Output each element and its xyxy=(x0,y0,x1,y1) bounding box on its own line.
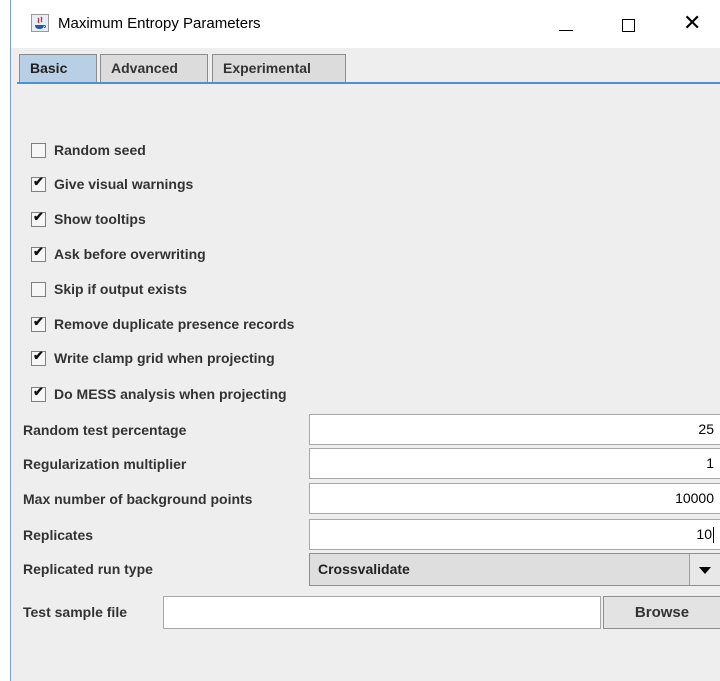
random-test-percentage-input[interactable]: 25 xyxy=(309,414,720,445)
tab-basic[interactable]: Basic xyxy=(19,54,97,82)
checkbox-give-visual-warnings[interactable]: Give visual warnings xyxy=(31,173,193,195)
close-button[interactable]: ✕ xyxy=(671,8,717,40)
checkbox-ask-before-overwriting[interactable]: Ask before overwriting xyxy=(31,243,206,265)
field-label: Replicates xyxy=(23,527,94,543)
checkbox-remove-duplicate-presence-records[interactable]: Remove duplicate presence records xyxy=(31,313,294,335)
checkbox-skip-if-output-exists[interactable]: Skip if output exists xyxy=(31,278,187,300)
field-row-random-test-percentage: Random test percentage 25 xyxy=(23,414,720,448)
field-label: Max number of background points xyxy=(23,491,253,507)
checkbox-label: Give visual warnings xyxy=(54,176,194,192)
field-label: Test sample file xyxy=(23,604,128,620)
checkbox-label: Ask before overwriting xyxy=(54,246,206,262)
field-label: Random test percentage xyxy=(23,422,187,438)
max-background-points-input[interactable]: 10000 xyxy=(309,483,720,514)
checkbox-label: Remove duplicate presence records xyxy=(54,316,295,332)
window-title: Maximum Entropy Parameters xyxy=(58,15,261,32)
title-bar[interactable]: Maximum Entropy Parameters ✕ xyxy=(11,0,720,48)
text-caret xyxy=(713,527,714,544)
checkbox-box[interactable] xyxy=(31,384,46,402)
checkbox-label: Skip if output exists xyxy=(54,281,188,297)
tab-experimental[interactable]: Experimental xyxy=(212,54,346,82)
chevron-down-icon[interactable] xyxy=(689,554,720,585)
maximize-icon xyxy=(622,19,635,32)
tab-advanced[interactable]: Advanced xyxy=(100,54,208,82)
checkbox-label: Show tooltips xyxy=(54,211,146,227)
browse-button[interactable]: Browse xyxy=(603,596,720,629)
checkbox-box[interactable] xyxy=(31,244,46,262)
replicated-run-type-select[interactable]: Crossvalidate xyxy=(309,553,720,586)
field-row-max-background-points: Max number of background points 10000 xyxy=(23,483,720,517)
maxent-parameters-window: Maximum Entropy Parameters ✕ Basic Advan… xyxy=(10,0,720,681)
minimize-icon xyxy=(559,30,573,31)
checkbox-random-seed[interactable]: Random seed xyxy=(31,139,146,161)
checkbox-label: Random seed xyxy=(54,142,146,158)
checkbox-do-mess-analysis[interactable]: Do MESS analysis when projecting xyxy=(31,383,287,405)
field-row-test-sample-file: Test sample file Browse xyxy=(23,596,720,630)
field-row-regularization-multiplier: Regularization multiplier 1 xyxy=(23,448,720,482)
field-label: Regularization multiplier xyxy=(23,456,187,472)
replicates-input[interactable]: 10 xyxy=(309,519,720,550)
test-sample-file-input[interactable] xyxy=(163,596,601,629)
field-row-replicated-run-type: Replicated run type Crossvalidate xyxy=(23,553,720,587)
checkbox-label: Write clamp grid when projecting xyxy=(54,350,275,366)
checkbox-box[interactable] xyxy=(31,314,46,332)
close-icon: ✕ xyxy=(683,10,702,35)
field-label: Replicated run type xyxy=(23,561,153,577)
java-app-icon xyxy=(31,14,49,32)
checkbox-box[interactable] xyxy=(31,209,46,227)
checkbox-show-tooltips[interactable]: Show tooltips xyxy=(31,208,146,230)
checkbox-label: Do MESS analysis when projecting xyxy=(54,386,287,402)
minimize-button[interactable] xyxy=(543,8,589,40)
tab-panel-border xyxy=(17,82,720,84)
checkbox-box[interactable] xyxy=(31,281,46,297)
regularization-multiplier-input[interactable]: 1 xyxy=(309,448,720,479)
checkbox-write-clamp-grid[interactable]: Write clamp grid when projecting xyxy=(31,347,275,369)
select-value: Crossvalidate xyxy=(318,561,410,577)
checkbox-box[interactable] xyxy=(31,348,46,366)
replicates-value: 10 xyxy=(696,526,712,542)
checkbox-box[interactable] xyxy=(31,142,46,158)
field-row-replicates: Replicates 10 xyxy=(23,519,720,553)
maximize-button[interactable] xyxy=(607,8,653,40)
checkbox-box[interactable] xyxy=(31,174,46,192)
